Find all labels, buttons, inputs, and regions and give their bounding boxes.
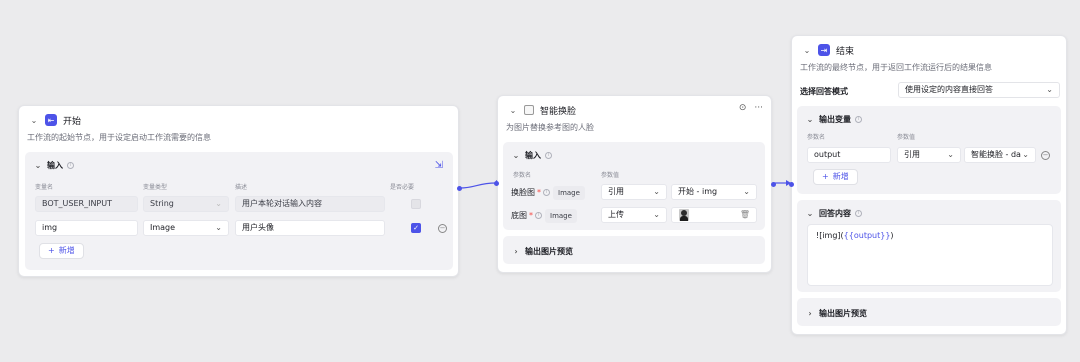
chevron-down-icon: ⌄	[1046, 85, 1053, 94]
expand-chevron-icon[interactable]: ›	[805, 309, 815, 318]
end-node[interactable]: ⌄ ⇥ 结束 工作流的最终节点，用于返回工作流运行后的结果信息 选择回答模式 使…	[789, 35, 1067, 335]
chevron-down-icon: ⌄	[215, 199, 222, 208]
input-port[interactable]	[494, 181, 499, 186]
node-description: 为图片替换参考图的人脸	[506, 123, 594, 132]
output-preview-panel[interactable]: › 输出图片预览	[503, 236, 765, 264]
param-label: 换脸图 * i	[511, 187, 550, 198]
column-header: 参数值	[897, 134, 916, 141]
source-select[interactable]: 引用 ⌄	[601, 184, 667, 200]
variable-type-select: String ⌄	[143, 196, 229, 212]
output-port[interactable]	[457, 186, 462, 191]
chevron-down-icon: ⌄	[947, 150, 954, 159]
variable-name-field[interactable]: img	[35, 220, 138, 236]
uploaded-image-thumbnail	[679, 209, 689, 221]
add-variable-button[interactable]: + 新增	[39, 243, 84, 259]
param-label: 底图 * i	[511, 210, 542, 221]
type-tag: Image	[553, 186, 585, 200]
answer-mode-label: 选择回答模式	[800, 87, 848, 96]
chevron-down-icon: ⌄	[653, 210, 660, 219]
column-header: 参数名	[807, 134, 826, 141]
output-preview-panel[interactable]: › 输出图片预览	[797, 298, 1061, 326]
section-title: 输入	[525, 151, 541, 160]
input-panel: ⌄ 输入 i 参数名 参数值 换脸图 * i Image 引用 ⌄ 开始 - im…	[503, 142, 765, 230]
column-header: 变量名	[35, 184, 54, 191]
column-header: 变量类型	[143, 184, 168, 191]
output-variable-panel: ⌄ 输出变量 i 参数名 参数值 output 引用 ⌄ 智能换脸 - da ⌄…	[797, 106, 1061, 194]
chevron-down-icon: ⌄	[215, 223, 222, 232]
workflow-canvas[interactable]: ⌄ ⇤ 开始 工作流的起始节点，用于设定启动工作流需要的信息 ⌄ 输入 i ⇲ …	[0, 0, 1080, 362]
expand-chevron-icon[interactable]: ›	[511, 247, 521, 256]
description-field[interactable]: 用户头像	[235, 220, 385, 236]
info-icon[interactable]: i	[855, 116, 862, 123]
section-title: 输出图片预览	[819, 309, 867, 318]
answer-content-panel: ⌄ 回答内容 i ![img]({{output}})	[797, 200, 1061, 292]
collapse-chevron-icon[interactable]: ⌄	[802, 46, 812, 55]
input-port[interactable]	[789, 182, 794, 187]
column-header: 是否必要	[390, 184, 415, 191]
column-header: 参数值	[601, 172, 620, 179]
face-swap-node[interactable]: ⌄ 智能换脸 ⊙ ··· 为图片替换参考图的人脸 ⌄ 输入 i 参数名 参数值 …	[497, 95, 776, 273]
output-port[interactable]	[771, 182, 776, 187]
end-node-icon: ⇥	[818, 44, 830, 56]
required-checkbox	[411, 199, 421, 209]
section-title: 输出变量	[819, 115, 851, 124]
image-node-icon	[524, 105, 534, 115]
collapse-chevron-icon[interactable]: ⌄	[511, 151, 521, 160]
collapse-chevron-icon[interactable]: ⌄	[805, 115, 815, 124]
import-icon[interactable]: ⇲	[435, 160, 443, 171]
section-title: 输出图片预览	[525, 247, 573, 256]
reference-select[interactable]: 智能换脸 - da ⌄	[964, 147, 1036, 163]
description-field: 用户本轮对话输入内容	[235, 196, 385, 212]
reference-select[interactable]: 开始 - img ⌄	[671, 184, 757, 200]
info-icon[interactable]: i	[535, 212, 542, 219]
start-node[interactable]: ⌄ ⇤ 开始 工作流的起始节点，用于设定启动工作流需要的信息 ⌄ 输入 i ⇲ …	[18, 105, 462, 277]
collapse-chevron-icon[interactable]: ⌄	[508, 106, 518, 115]
more-icon[interactable]: ···	[754, 103, 763, 113]
collapse-chevron-icon[interactable]: ⌄	[33, 161, 43, 170]
column-header: 描述	[235, 184, 248, 191]
info-icon[interactable]: i	[543, 189, 550, 196]
answer-content-editor[interactable]: ![img]({{output}})	[807, 224, 1053, 286]
info-icon[interactable]: i	[545, 152, 552, 159]
add-output-button[interactable]: + 新增	[813, 169, 858, 185]
source-select[interactable]: 上传 ⌄	[601, 207, 667, 223]
type-tag: Image	[545, 209, 577, 223]
column-header: 参数名	[513, 172, 532, 179]
section-title: 回答内容	[819, 209, 851, 218]
source-select[interactable]: 引用 ⌄	[897, 147, 961, 163]
node-title: 结束	[836, 46, 855, 57]
node-description: 工作流的最终节点，用于返回工作流运行后的结果信息	[800, 63, 992, 72]
info-icon[interactable]: i	[855, 210, 862, 217]
input-panel: ⌄ 输入 i ⇲ 变量名 变量类型 描述 是否必要 BOT_USER_INPUT…	[25, 152, 453, 270]
output-name-field[interactable]: output	[807, 147, 891, 163]
node-title: 智能换脸	[540, 106, 577, 117]
info-icon[interactable]: i	[67, 162, 74, 169]
chevron-down-icon: ⌄	[743, 187, 750, 196]
plus-icon: +	[48, 246, 55, 255]
collapse-chevron-icon[interactable]: ⌄	[805, 209, 815, 218]
run-icon[interactable]: ⊙	[739, 103, 747, 113]
remove-icon[interactable]: −	[438, 224, 447, 233]
node-description: 工作流的起始节点，用于设定启动工作流需要的信息	[27, 133, 211, 142]
section-title: 输入	[47, 161, 63, 170]
start-node-icon: ⇤	[45, 114, 57, 126]
chevron-down-icon: ⌄	[653, 187, 660, 196]
node-title: 开始	[63, 116, 82, 127]
required-checkbox[interactable]: ✓	[411, 223, 421, 233]
variable-type-select[interactable]: Image ⌄	[143, 220, 229, 236]
remove-icon[interactable]: −	[1041, 151, 1050, 160]
plus-icon: +	[822, 172, 829, 181]
variable-name-field: BOT_USER_INPUT	[35, 196, 138, 212]
chevron-down-icon: ⌄	[1022, 150, 1029, 159]
answer-mode-select[interactable]: 使用设定的内容直接回答 ⌄	[898, 82, 1060, 98]
collapse-chevron-icon[interactable]: ⌄	[29, 116, 39, 125]
trash-icon[interactable]: 🗑	[740, 208, 750, 222]
